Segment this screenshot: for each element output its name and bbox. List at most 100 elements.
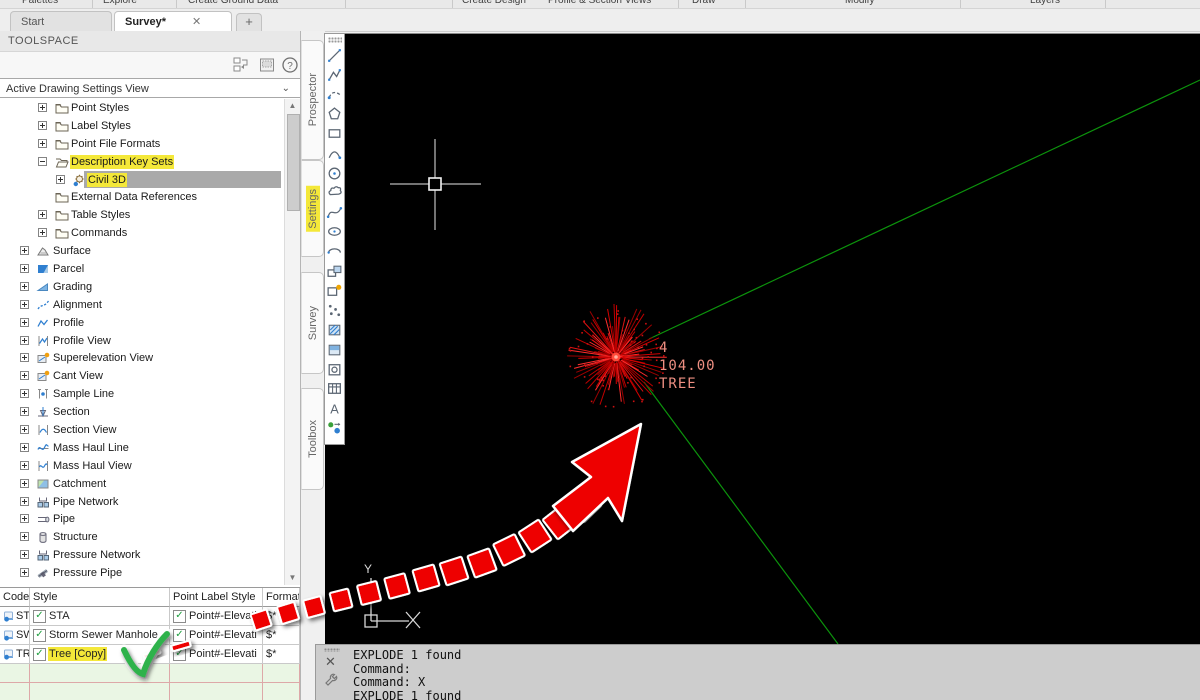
ribbon-panel-palettes[interactable]: Palettes (22, 0, 58, 6)
format-cell[interactable]: $* (263, 645, 300, 664)
column-header-point-label-style[interactable]: Point Label Style (170, 588, 263, 607)
ellipse-arc-icon[interactable] (326, 243, 343, 260)
expand-plus-icon[interactable] (20, 514, 29, 524)
item-view-icon[interactable] (232, 56, 250, 74)
expand-plus-icon[interactable] (38, 228, 47, 238)
tree-item-grading[interactable]: Grading (0, 278, 283, 296)
tree-item-structure[interactable]: Structure (0, 528, 283, 546)
point-label-style-cell[interactable]: ✓ Point#-Elevati (170, 607, 263, 626)
expand-plus-icon[interactable] (20, 389, 29, 399)
settings-view-selector[interactable]: Active Drawing Settings View ⌄ (0, 78, 300, 98)
format-cell[interactable]: $* (263, 626, 300, 645)
tree-item-pressure-network[interactable]: Pressure Network (0, 546, 283, 564)
ribbon-panel-create-design[interactable]: Create Design (462, 0, 526, 6)
expand-plus-icon[interactable] (20, 407, 29, 417)
tree-scrollbar[interactable]: ▲ ▼ (284, 99, 300, 585)
table-icon[interactable] (326, 380, 343, 397)
multiple-points-icon[interactable] (326, 302, 343, 319)
tree-item-cant-view[interactable]: Cant View (0, 367, 283, 385)
empty-cell[interactable] (30, 664, 170, 683)
expand-plus-icon[interactable] (20, 550, 29, 560)
empty-cell[interactable] (263, 664, 300, 683)
tree-item-profile-view[interactable]: Profile View (0, 332, 283, 350)
arc-segment-icon[interactable] (326, 86, 343, 103)
expand-plus-icon[interactable] (20, 317, 29, 327)
tree-item-superelevation-view[interactable]: Superelevation View (0, 349, 283, 367)
new-tab-button[interactable]: + (236, 13, 262, 32)
tree-item-surface[interactable]: Surface (0, 242, 283, 260)
ribbon-panel-modify[interactable]: Modify (845, 0, 874, 6)
survey-figure-lines[interactable] (643, 79, 1200, 644)
spline-icon[interactable] (326, 204, 343, 221)
hatch-icon[interactable] (326, 321, 343, 338)
tree-item-catchment[interactable]: Catchment (0, 475, 283, 493)
scroll-down-icon[interactable]: ▼ (285, 571, 300, 585)
expand-plus-icon[interactable] (20, 371, 29, 381)
expand-plus-icon[interactable] (20, 425, 29, 435)
rectangle-icon[interactable] (326, 125, 343, 142)
toolbar-grip-handle[interactable] (328, 37, 342, 43)
expand-plus-icon[interactable] (20, 478, 29, 488)
tree-item-pipe-network[interactable]: Pipe Network (0, 493, 283, 511)
tree-item-pressure-pipe[interactable]: Pressure Pipe (0, 564, 283, 582)
code-cell[interactable]: STA* (0, 607, 30, 626)
tree-item-point-file-formats[interactable]: Point File Formats (0, 135, 283, 153)
empty-cell[interactable] (263, 683, 300, 700)
code-cell[interactable]: TR* (0, 645, 30, 664)
tree-item-alignment[interactable]: Alignment (0, 296, 283, 314)
expand-plus-icon[interactable] (20, 281, 29, 291)
revision-cloud-icon[interactable] (326, 184, 343, 201)
style-cell[interactable]: ✓ Tree [Copy] (30, 645, 170, 664)
circle-icon[interactable] (326, 165, 343, 182)
ribbon-panel-layers[interactable]: Layers (1030, 0, 1060, 6)
side-tab-prospector[interactable]: Prospector (301, 40, 324, 160)
command-line-panel[interactable]: ✕ EXPLODE 1 found Command: Command: X EX… (315, 644, 1200, 700)
expand-plus-icon[interactable] (20, 335, 29, 345)
tree-item-description-key-sets[interactable]: Description Key Sets (0, 153, 283, 171)
polygon-icon[interactable] (326, 106, 343, 123)
point-label[interactable]: 4 104.00 TREE (659, 340, 716, 392)
tree-item-section[interactable]: Section (0, 403, 283, 421)
tree-item-table-styles[interactable]: Table Styles (0, 206, 283, 224)
empty-cell[interactable] (0, 664, 30, 683)
key-table-row[interactable]: STA*✓STA✓Point#-Elevati$* (0, 607, 300, 626)
empty-cell[interactable] (170, 664, 263, 683)
tree-item-external-data-references[interactable]: External Data References (0, 188, 283, 206)
side-tab-toolbox[interactable]: Toolbox (301, 388, 324, 490)
tab-survey[interactable]: Survey* ✕ (114, 11, 232, 31)
collapse-minus-icon[interactable] (38, 156, 47, 166)
scrollbar-thumb[interactable] (287, 114, 300, 211)
tree-item-section-view[interactable]: Section View (0, 421, 283, 439)
arc-icon[interactable] (326, 145, 343, 162)
expand-plus-icon[interactable] (20, 568, 29, 578)
region-icon[interactable] (326, 361, 343, 378)
expand-plus-icon[interactable] (20, 264, 29, 274)
expand-plus-icon[interactable] (20, 532, 29, 542)
ribbon-panel-profile-section-views[interactable]: Profile & Section Views (548, 0, 651, 6)
expand-plus-icon[interactable] (20, 496, 29, 506)
chevron-down-icon[interactable]: ⌄ (282, 79, 290, 99)
tree-item-parcel[interactable]: Parcel (0, 260, 283, 278)
text-icon[interactable]: A (326, 400, 343, 417)
checkbox-checked-icon[interactable]: ✓ (33, 609, 46, 623)
expand-plus-icon[interactable] (38, 138, 47, 148)
point-label-style-cell[interactable]: ✓ Point#-Elevati (170, 626, 263, 645)
ribbon-panel-explore[interactable]: Explore (103, 0, 137, 6)
tree-item-sample-line[interactable]: Sample Line (0, 385, 283, 403)
expand-plus-icon[interactable] (38, 103, 47, 112)
help-icon[interactable]: ? (281, 56, 299, 74)
ribbon-panel-draw[interactable]: Draw (692, 0, 715, 6)
expand-plus-icon[interactable] (38, 210, 47, 220)
format-cell[interactable]: $* (263, 607, 300, 626)
expand-plus-icon[interactable] (56, 174, 65, 184)
checkbox-checked-icon[interactable]: ✓ (33, 647, 46, 661)
expand-plus-icon[interactable] (20, 442, 29, 452)
tree-item-mass-haul-view[interactable]: Mass Haul View (0, 457, 283, 475)
checkbox-checked-icon[interactable]: ✓ (173, 647, 186, 661)
line-icon[interactable] (326, 47, 343, 64)
tab-start[interactable]: Start (10, 11, 112, 31)
scroll-up-icon[interactable]: ▲ (285, 99, 300, 113)
style-cell[interactable]: ✓ STA (30, 607, 170, 626)
style-cell[interactable]: ✓ Storm Sewer Manhole (30, 626, 170, 645)
column-header-format[interactable]: Format (263, 588, 300, 607)
